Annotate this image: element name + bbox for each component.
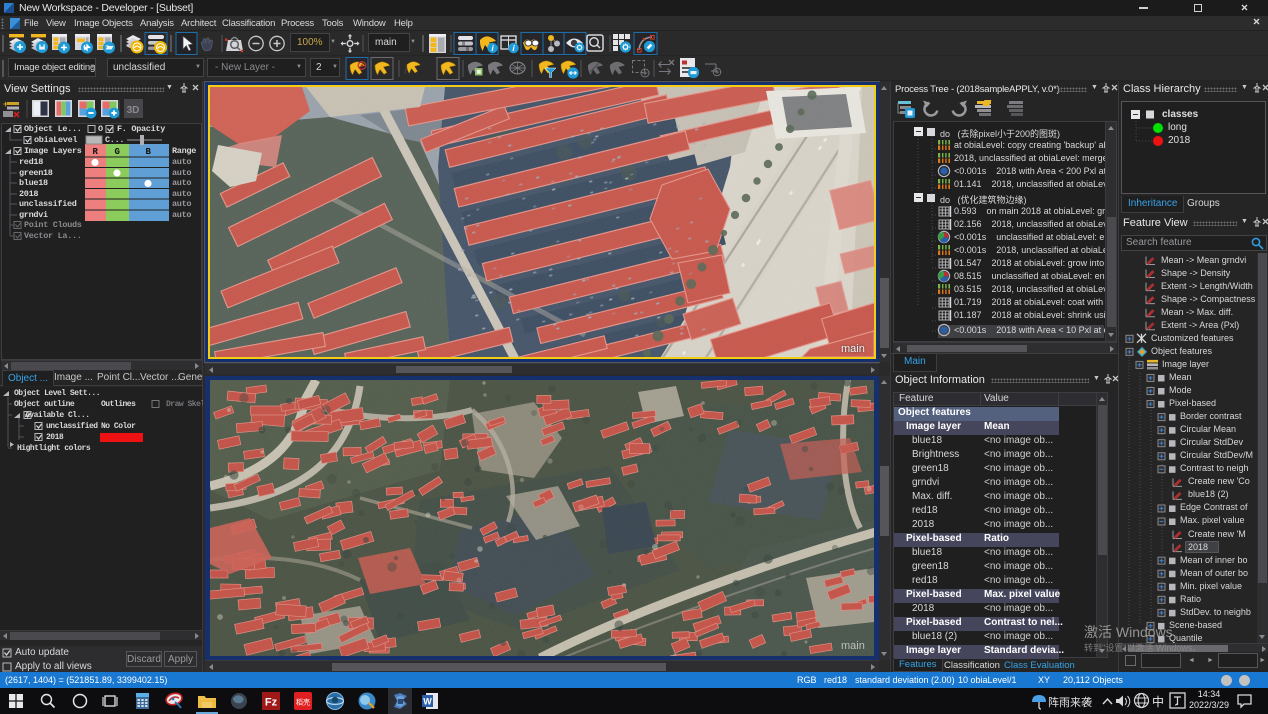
svg-text:稻壳: 稻壳 — [296, 698, 310, 707]
svg-text:G: G — [114, 147, 119, 157]
svg-text:3D: 3D — [127, 105, 140, 116]
svg-text:R: R — [92, 147, 98, 157]
svg-text:W: W — [423, 697, 432, 707]
svg-text:B: B — [145, 147, 151, 157]
svg-text:+: + — [3, 99, 8, 109]
svg-text:Fz: Fz — [265, 697, 278, 709]
